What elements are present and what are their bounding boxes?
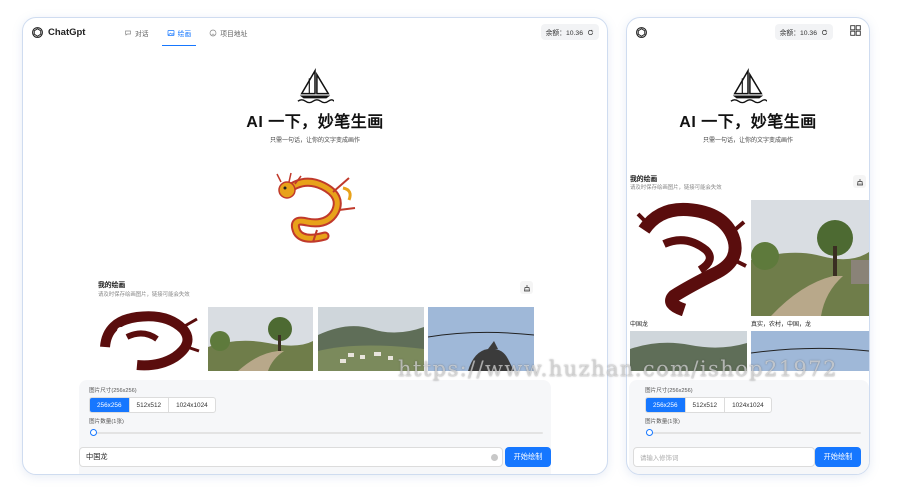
tab-chat-label: 对话 (135, 31, 149, 38)
mobile-count-slider-handle[interactable] (646, 429, 653, 436)
mobile-prompt-input[interactable]: 请输入修饰词 (633, 447, 815, 467)
gallery-thumb-3[interactable] (318, 307, 424, 371)
refresh-icon[interactable] (587, 29, 594, 36)
sailboat-logo-icon (730, 68, 767, 104)
broom-icon (523, 284, 530, 291)
mobile-thumb-2-caption: 真实，农村，中国，龙 (751, 322, 812, 328)
header: ChatGpt 对话 绘画 项目地址 余额：10.36 (23, 18, 607, 48)
app-brand: ChatGpt (48, 27, 86, 38)
mobile-count-slider[interactable] (646, 429, 861, 436)
mobile-balance-text: 余额：10.36 (779, 30, 817, 37)
gallery-tip: 请及时保存绘画图片，链接可能会失效 (98, 292, 190, 298)
dragon-silhouette-image (100, 311, 200, 371)
mobile-gallery-tip: 请及时保存绘画图片，链接可能会失效 (630, 185, 722, 191)
village-road-image (208, 307, 313, 371)
mobile-control-panel: 图片尺寸(256x256) 256x256 512x512 1024x1024 … (629, 380, 869, 474)
generated-dragon-image[interactable] (273, 170, 359, 246)
refresh-icon[interactable] (821, 29, 828, 36)
mobile-size-selector: 256x256 512x512 1024x1024 (645, 397, 772, 413)
app-logo[interactable]: ChatGpt (31, 26, 85, 39)
gallery-thumb-2[interactable] (208, 307, 313, 371)
size-option-512[interactable]: 512x512 (130, 398, 170, 412)
mobile-count-label: 图片数量(1张) (645, 419, 680, 425)
mountain-village-image (630, 331, 747, 371)
nav-tabs: 对话 绘画 项目地址 (115, 18, 256, 48)
mobile-hero-title: AI 一下，妙笔生画 (679, 114, 817, 131)
size-label: 图片尺寸(256x256) (89, 388, 137, 394)
size-option-1024[interactable]: 1024x1024 (169, 398, 215, 412)
gallery-thumb-1[interactable] (97, 307, 200, 371)
start-draw-button[interactable]: 开始绘制 (505, 447, 551, 467)
chat-icon (125, 30, 131, 36)
tab-chat[interactable]: 对话 (115, 18, 158, 48)
mobile-window: 余额：10.36 AI 一下，妙笔生画 只需一句话，让你的文字变成画作 我的绘画… (626, 17, 870, 475)
mobile-hero: AI 一下，妙笔生画 只需一句话，让你的文字变成画作 (627, 68, 869, 144)
mobile-prompt-placeholder: 请输入修饰词 (640, 454, 679, 462)
image-icon (167, 30, 174, 36)
openai-logo-icon (636, 27, 647, 38)
openai-logo-icon (32, 27, 43, 38)
hero: AI 一下，妙笔生画 只需一句话，让你的文字变成画作 (23, 68, 607, 144)
tab-draw[interactable]: 绘画 (158, 18, 201, 48)
gallery-title: 我的绘画 (98, 282, 126, 289)
mobile-gallery-thumb-1[interactable] (630, 200, 747, 316)
prompt-input[interactable]: 中国龙 (79, 447, 503, 467)
dragon-illustration (276, 172, 356, 243)
count-slider-handle[interactable] (90, 429, 97, 436)
village-road-image (751, 200, 869, 316)
count-label: 图片数量(1张) (89, 419, 124, 425)
mobile-app-logo[interactable] (635, 26, 648, 39)
mobile-hero-subtitle: 只需一句话，让你的文字变成画作 (702, 138, 793, 144)
prompt-value: 中国龙 (86, 452, 108, 461)
mobile-gallery-title: 我的绘画 (630, 176, 658, 183)
mobile-start-draw-button[interactable]: 开始绘制 (815, 447, 861, 467)
hero-subtitle: 只需一句话，让你的文字变成画作 (269, 138, 360, 144)
sky-dragon-image (428, 307, 534, 371)
mobile-gallery-thumb-3[interactable] (630, 331, 747, 371)
balance-text: 余额：10.36 (545, 30, 583, 37)
hero-title: AI 一下，妙笔生画 (246, 114, 384, 131)
mobile-header: 余额：10.36 (627, 18, 869, 48)
desktop-window: ChatGpt 对话 绘画 项目地址 余额：10.36 AI 一下，妙笔生画 只… (22, 17, 608, 475)
clear-icon[interactable] (491, 454, 498, 461)
tab-project-label: 项目地址 (220, 31, 248, 38)
count-slider[interactable] (90, 429, 543, 436)
mountain-village-image (318, 307, 424, 371)
menu-grid-icon[interactable] (850, 25, 861, 36)
mobile-size-label: 图片尺寸(256x256) (645, 388, 693, 394)
mobile-size-option-256[interactable]: 256x256 (646, 398, 686, 412)
control-panel: 图片尺寸(256x256) 256x256 512x512 1024x1024 … (79, 380, 551, 474)
github-icon (209, 29, 217, 37)
size-option-256[interactable]: 256x256 (90, 398, 130, 412)
mobile-balance-badge[interactable]: 余额：10.36 (774, 24, 833, 40)
mobile-gallery-thumb-2[interactable] (751, 200, 869, 316)
sky-dragon-image (751, 331, 869, 371)
gallery-thumb-4[interactable] (428, 307, 534, 371)
mobile-size-option-512[interactable]: 512x512 (686, 398, 726, 412)
mobile-size-option-1024[interactable]: 1024x1024 (725, 398, 771, 412)
gallery-action-button[interactable] (520, 281, 533, 294)
tab-project[interactable]: 项目地址 (200, 18, 256, 48)
dragon-silhouette-image (636, 202, 747, 316)
tab-draw-label: 绘画 (177, 31, 192, 38)
balance-badge[interactable]: 余额：10.36 (540, 24, 599, 40)
broom-icon (856, 178, 863, 185)
mobile-gallery-thumb-4[interactable] (751, 331, 869, 371)
size-selector: 256x256 512x512 1024x1024 (89, 397, 216, 413)
sailboat-logo-icon (297, 68, 334, 104)
mobile-gallery-action-button[interactable] (853, 175, 866, 188)
mobile-thumb-1-caption: 中国龙 (630, 322, 649, 328)
